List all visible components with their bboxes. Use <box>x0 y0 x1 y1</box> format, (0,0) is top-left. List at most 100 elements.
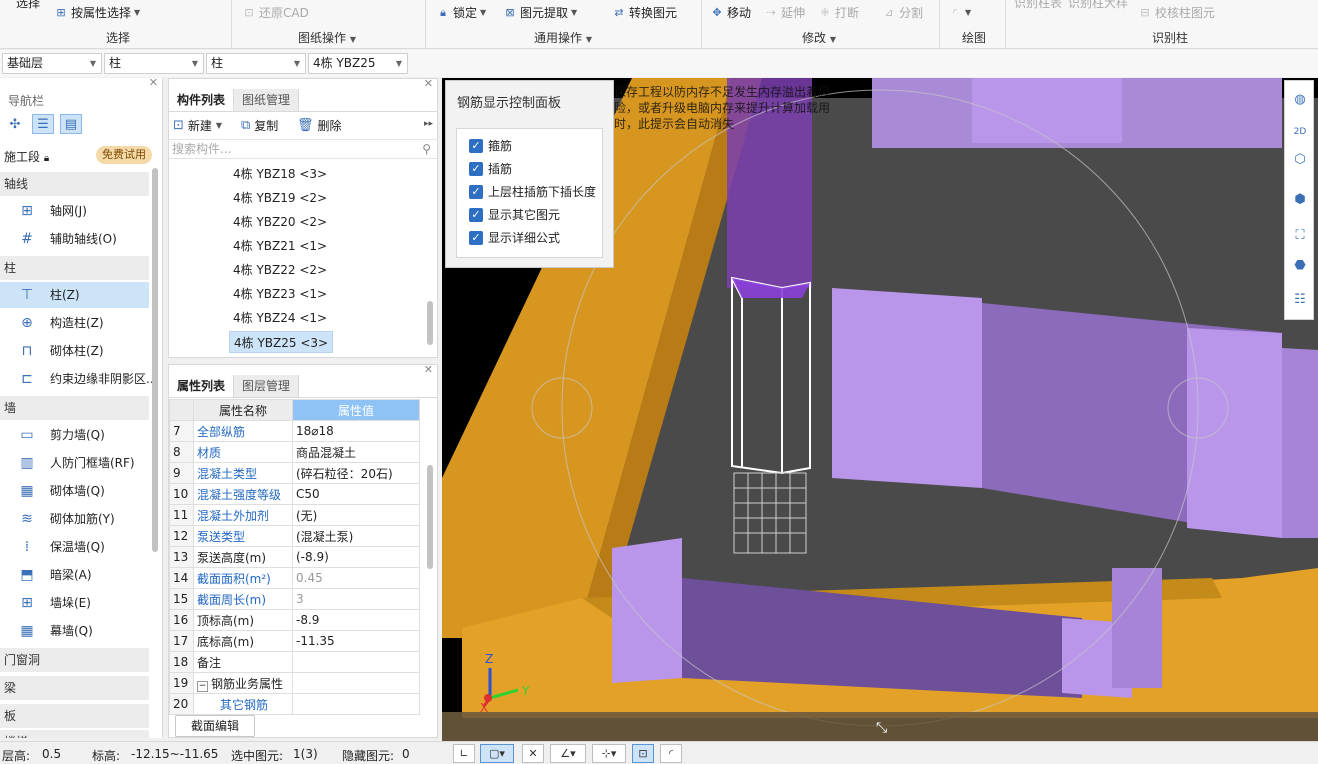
table-row[interactable]: 10 混凝土强度等级 C50 <box>169 483 420 505</box>
category-select[interactable]: 柱 ▼ <box>104 53 204 74</box>
table-row[interactable]: 14 截面面积(m²) 0.45 <box>169 567 420 589</box>
row-value[interactable] <box>292 693 420 715</box>
component-search-input[interactable]: 搜索构件... ⚲ <box>169 139 437 159</box>
nav-item-wall-pier[interactable]: ⊞ 墙垛(E) <box>0 590 149 616</box>
fullscreen-icon[interactable]: ⛶ <box>1289 225 1311 247</box>
table-row[interactable]: 9 混凝土类型 (碎石粒径：20石) <box>169 462 420 484</box>
dynamic-input-icon[interactable]: ⊡ <box>632 744 654 763</box>
table-row[interactable]: 7 全部纵筋 18⌀18 <box>169 420 420 442</box>
lock-button[interactable]: 🔒︎ 锁定 ▼ <box>436 4 486 22</box>
element-extract-button[interactable]: ⊠ 图元提取 ▼ <box>503 4 577 22</box>
table-row[interactable]: 20 其它钢筋 <box>169 693 420 715</box>
component-item[interactable]: 4栋 YBZ18 <3> <box>229 163 331 185</box>
row-value[interactable]: (碎石粒径：20石) <box>292 462 420 484</box>
table-row[interactable]: 17 底标高(m) -11.35 <box>169 630 420 652</box>
orbit-icon[interactable]: ◍ <box>1289 89 1311 111</box>
nav-section-stair[interactable]: 楼梯 <box>0 730 149 738</box>
nav-item-struct-column[interactable]: ⊕ 构造柱(Z) <box>0 310 149 336</box>
move-button[interactable]: ✥ 移动 <box>710 4 751 22</box>
nav-item-column[interactable]: ⊤ 柱(Z) <box>0 282 149 308</box>
arc-tool-icon[interactable]: ◜ <box>660 744 682 763</box>
table-row[interactable]: 8 材质 商品混凝土 <box>169 441 420 463</box>
pin-icon[interactable]: ✣ <box>4 114 26 134</box>
identify-detail-button[interactable]: 识别柱大样 <box>1068 0 1128 12</box>
table-row[interactable]: 15 截面周长(m) 3 <box>169 588 420 610</box>
modify-caption[interactable]: 修改 ▼ <box>802 29 836 45</box>
nav-item-masonry-wall[interactable]: ▦ 砌体墙(Q) <box>0 478 149 504</box>
list-view-icon[interactable]: ☰ <box>32 114 54 134</box>
ortho-snap-icon[interactable]: ∟ <box>453 744 475 763</box>
convert-element-button[interactable]: ⇄ 转换图元 <box>612 4 677 22</box>
close-icon[interactable]: ✕ <box>149 76 158 89</box>
by-attr-select-button[interactable]: ⊞ 按属性选择 ▼ <box>54 4 140 22</box>
section-edit-button[interactable]: 截面编辑 <box>175 715 255 737</box>
expand-icon[interactable]: ▸▸ <box>424 119 433 129</box>
view-2d-icon[interactable]: 2D <box>1289 121 1311 143</box>
table-row[interactable]: 13 泵送高度(m) (-8.9) <box>169 546 420 568</box>
nav-item-shear-wall[interactable]: ▭ 剪力墙(Q) <box>0 422 149 448</box>
row-value[interactable]: (-8.9) <box>292 546 420 568</box>
nav-item-masonry-rebar[interactable]: ≋ 砌体加筋(Y) <box>0 506 149 532</box>
nav-item-masonry-column[interactable]: ⊓ 砌体柱(Z) <box>0 338 149 364</box>
floor-select[interactable]: 基础层 ▼ <box>2 53 102 74</box>
check-column-button[interactable]: ⊟ 校核柱图元 <box>1138 4 1215 22</box>
nav-section-wall[interactable]: 墙 <box>0 396 149 420</box>
extend-button[interactable]: ⇢ 延伸 <box>764 4 805 22</box>
box-view-icon[interactable]: ⬣ <box>1289 255 1311 277</box>
row-value[interactable]: -11.35 <box>292 630 420 652</box>
component-item[interactable]: 4栋 YBZ23 <1> <box>229 283 331 305</box>
row-value[interactable] <box>292 651 420 673</box>
nav-scrollbar[interactable] <box>152 168 158 552</box>
type-select[interactable]: 柱 ▼ <box>206 53 306 74</box>
delete-button[interactable]: 🗑︎ 删除 <box>297 117 342 134</box>
dowel-checkbox[interactable]: ✓ 插筋 <box>469 160 512 178</box>
nav-item-hidden-beam[interactable]: ⬒ 暗梁(A) <box>0 562 149 588</box>
nav-section-slab[interactable]: 板 <box>0 704 149 728</box>
draw-arc-button[interactable]: ◜ ▼ <box>948 4 971 22</box>
nav-item-curtain-wall[interactable]: ▦ 幕墙(Q) <box>0 618 149 644</box>
component-item[interactable]: 4栋 YBZ24 <1> <box>229 307 331 329</box>
collapse-icon[interactable]: − <box>197 680 208 692</box>
component-item[interactable]: 4栋 YBZ21 <1> <box>229 235 331 257</box>
show-formula-checkbox[interactable]: ✓ 显示详细公式 <box>469 229 560 247</box>
nav-item-insulation-wall[interactable]: ⁞ 保温墙(Q) <box>0 534 149 560</box>
nav-section-beam[interactable]: 梁 <box>0 676 149 700</box>
row-value[interactable]: C50 <box>292 483 420 505</box>
property-scrollbar[interactable] <box>427 465 433 569</box>
row-value[interactable]: 18⌀18 <box>292 420 420 442</box>
upper-dowel-length-checkbox[interactable]: ✓ 上层柱插筋下插长度 <box>469 183 596 201</box>
drawing-ops-caption[interactable]: 图纸操作 ▼ <box>298 29 356 45</box>
view-list-icon[interactable]: ☷ <box>1289 289 1311 311</box>
row-value[interactable]: -8.9 <box>292 609 420 631</box>
tab-layer-manage[interactable]: 图层管理 <box>234 375 300 397</box>
nav-section-column[interactable]: 柱 <box>0 256 149 280</box>
table-row[interactable]: 19− 钢筋业务属性 <box>169 672 420 694</box>
table-row[interactable]: 16 顶标高(m) -8.9 <box>169 609 420 631</box>
component-item[interactable]: 4栋 YBZ20 <2> <box>229 211 331 233</box>
restore-cad-button[interactable]: ⊡ 还原CAD <box>242 4 308 22</box>
split-button[interactable]: ⊿ 分割 <box>882 4 923 22</box>
copy-button[interactable]: ⧉ 复制 <box>241 117 278 134</box>
table-row[interactable]: 11 混凝土外加剂 (无) <box>169 504 420 526</box>
show-other-elements-checkbox[interactable]: ✓ 显示其它图元 <box>469 206 560 224</box>
table-row[interactable]: 12 泵送类型 (混凝土泵) <box>169 525 420 547</box>
component-select[interactable]: 4栋 YBZ25 ▼ <box>308 53 408 74</box>
component-scrollbar[interactable] <box>427 301 433 345</box>
select-button[interactable]: 选择 <box>16 0 40 12</box>
row-value[interactable]: (混凝土泵) <box>292 525 420 547</box>
tab-drawing-manage[interactable]: 图纸管理 <box>234 89 300 111</box>
cube-icon[interactable]: ⬡ <box>1289 149 1311 171</box>
table-row[interactable]: 18 备注 <box>169 651 420 673</box>
free-trial-badge[interactable]: 免费试用 <box>96 146 152 164</box>
component-item[interactable]: 4栋 YBZ22 <2> <box>229 259 331 281</box>
component-item-selected[interactable]: 4栋 YBZ25 <3> <box>229 331 334 353</box>
nav-item-grid[interactable]: ⊞ 轴网(J) <box>0 198 149 224</box>
nav-section-door-window[interactable]: 门窗洞 <box>0 648 149 672</box>
detail-view-icon[interactable]: ▤ <box>60 114 82 134</box>
new-button[interactable]: ⊡ 新建 ▼ <box>173 117 222 134</box>
nav-item-aux-axis[interactable]: # 辅助轴线(O) <box>0 226 149 252</box>
nav-section-axis[interactable]: 轴线 <box>0 172 149 196</box>
shrink-icon[interactable]: ⤡ <box>876 720 887 736</box>
component-item[interactable]: 4栋 YBZ19 <2> <box>229 187 331 209</box>
tab-component-list[interactable]: 构件列表 <box>169 89 235 111</box>
